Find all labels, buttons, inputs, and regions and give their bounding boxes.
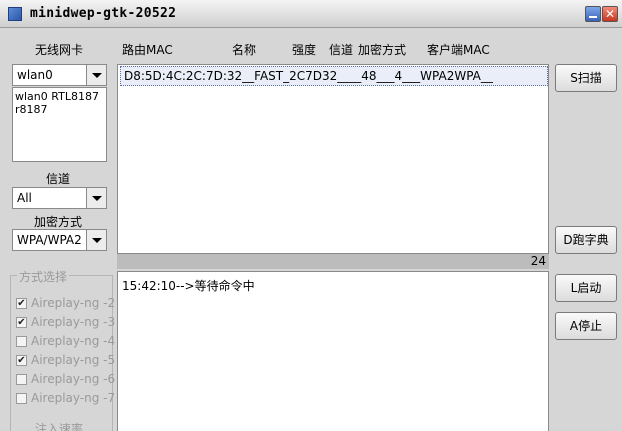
encryption-value: WPA/WPA2 [17, 233, 82, 247]
checkbox-label: Aireplay-ng -2 [31, 296, 116, 310]
ap-list-row[interactable]: D8:5D:4C:2C:7D:32__FAST_2C7D32____48___4… [120, 66, 548, 86]
card-info-text: wlan0 RTL8187 r8187 [15, 90, 99, 116]
channel-select[interactable]: All [12, 187, 107, 209]
checkbox[interactable]: ✔ [16, 298, 27, 309]
column-router-mac: 路由MAC [122, 43, 173, 57]
main-window: 无线网卡 wlan0 wlan0 RTL8187 r8187 信道 All 加密… [0, 28, 622, 431]
column-strength: 强度 [292, 43, 317, 57]
wireless-card-select[interactable]: wlan0 [12, 64, 107, 86]
channel-value: All [17, 191, 32, 205]
window-title: minidwep-gtk-20522 [30, 6, 177, 21]
ap-list: D8:5D:4C:2C:7D:32__FAST_2C7D32____48___4… [117, 64, 549, 254]
checkbox-label: Aireplay-ng -3 [31, 315, 116, 329]
dictionary-button[interactable]: D跑字典 [555, 226, 617, 254]
app-icon [8, 7, 22, 21]
encryption-label: 加密方式 [34, 215, 83, 229]
checkbox-label: Aireplay-ng -4 [31, 334, 116, 348]
scan-button[interactable]: S扫描 [555, 64, 617, 92]
inject-rate-label: 注入速率 [35, 422, 84, 431]
wireless-card-label: 无线网卡 [35, 43, 84, 57]
start-button[interactable]: L启动 [555, 274, 617, 302]
close-button[interactable]: ✕ [602, 6, 618, 22]
mode-group-title: 方式选择 [17, 268, 70, 285]
stop-button[interactable]: A停止 [555, 312, 617, 340]
checkbox-label: Aireplay-ng -7 [31, 391, 116, 405]
chevron-down-icon[interactable] [86, 65, 106, 85]
column-channel: 信道 [329, 43, 354, 57]
ap-count: 24 [530, 254, 546, 268]
channel-label: 信道 [46, 172, 71, 186]
column-encryption: 加密方式 [358, 43, 407, 57]
checkbox[interactable] [16, 393, 27, 404]
encryption-select[interactable]: WPA/WPA2 [12, 229, 107, 251]
title-bar: minidwep-gtk-20522 ✕ [0, 0, 622, 28]
log-line: 15:42:10-->等待命令中 [122, 279, 255, 293]
chevron-down-icon[interactable] [86, 230, 106, 250]
checkbox[interactable] [16, 374, 27, 385]
wireless-card-value: wlan0 [17, 68, 53, 82]
column-client-mac: 客户端MAC [427, 43, 490, 57]
checkbox[interactable]: ✔ [16, 355, 27, 366]
checkbox[interactable] [16, 336, 27, 347]
minimize-button[interactable] [585, 6, 601, 22]
checkbox-label: Aireplay-ng -6 [31, 372, 116, 386]
column-name: 名称 [232, 43, 257, 57]
log-area[interactable]: 15:42:10-->等待命令中 [117, 271, 549, 431]
mode-group: 方式选择 ✔ Aireplay-ng -2 ✔ Aireplay-ng -3 A… [10, 268, 116, 431]
count-bar: 24 [117, 254, 549, 269]
checkbox-label: Aireplay-ng -5 [31, 353, 116, 367]
chevron-down-icon[interactable] [86, 188, 106, 208]
card-info-box: wlan0 RTL8187 r8187 [12, 87, 107, 162]
checkbox[interactable]: ✔ [16, 317, 27, 328]
